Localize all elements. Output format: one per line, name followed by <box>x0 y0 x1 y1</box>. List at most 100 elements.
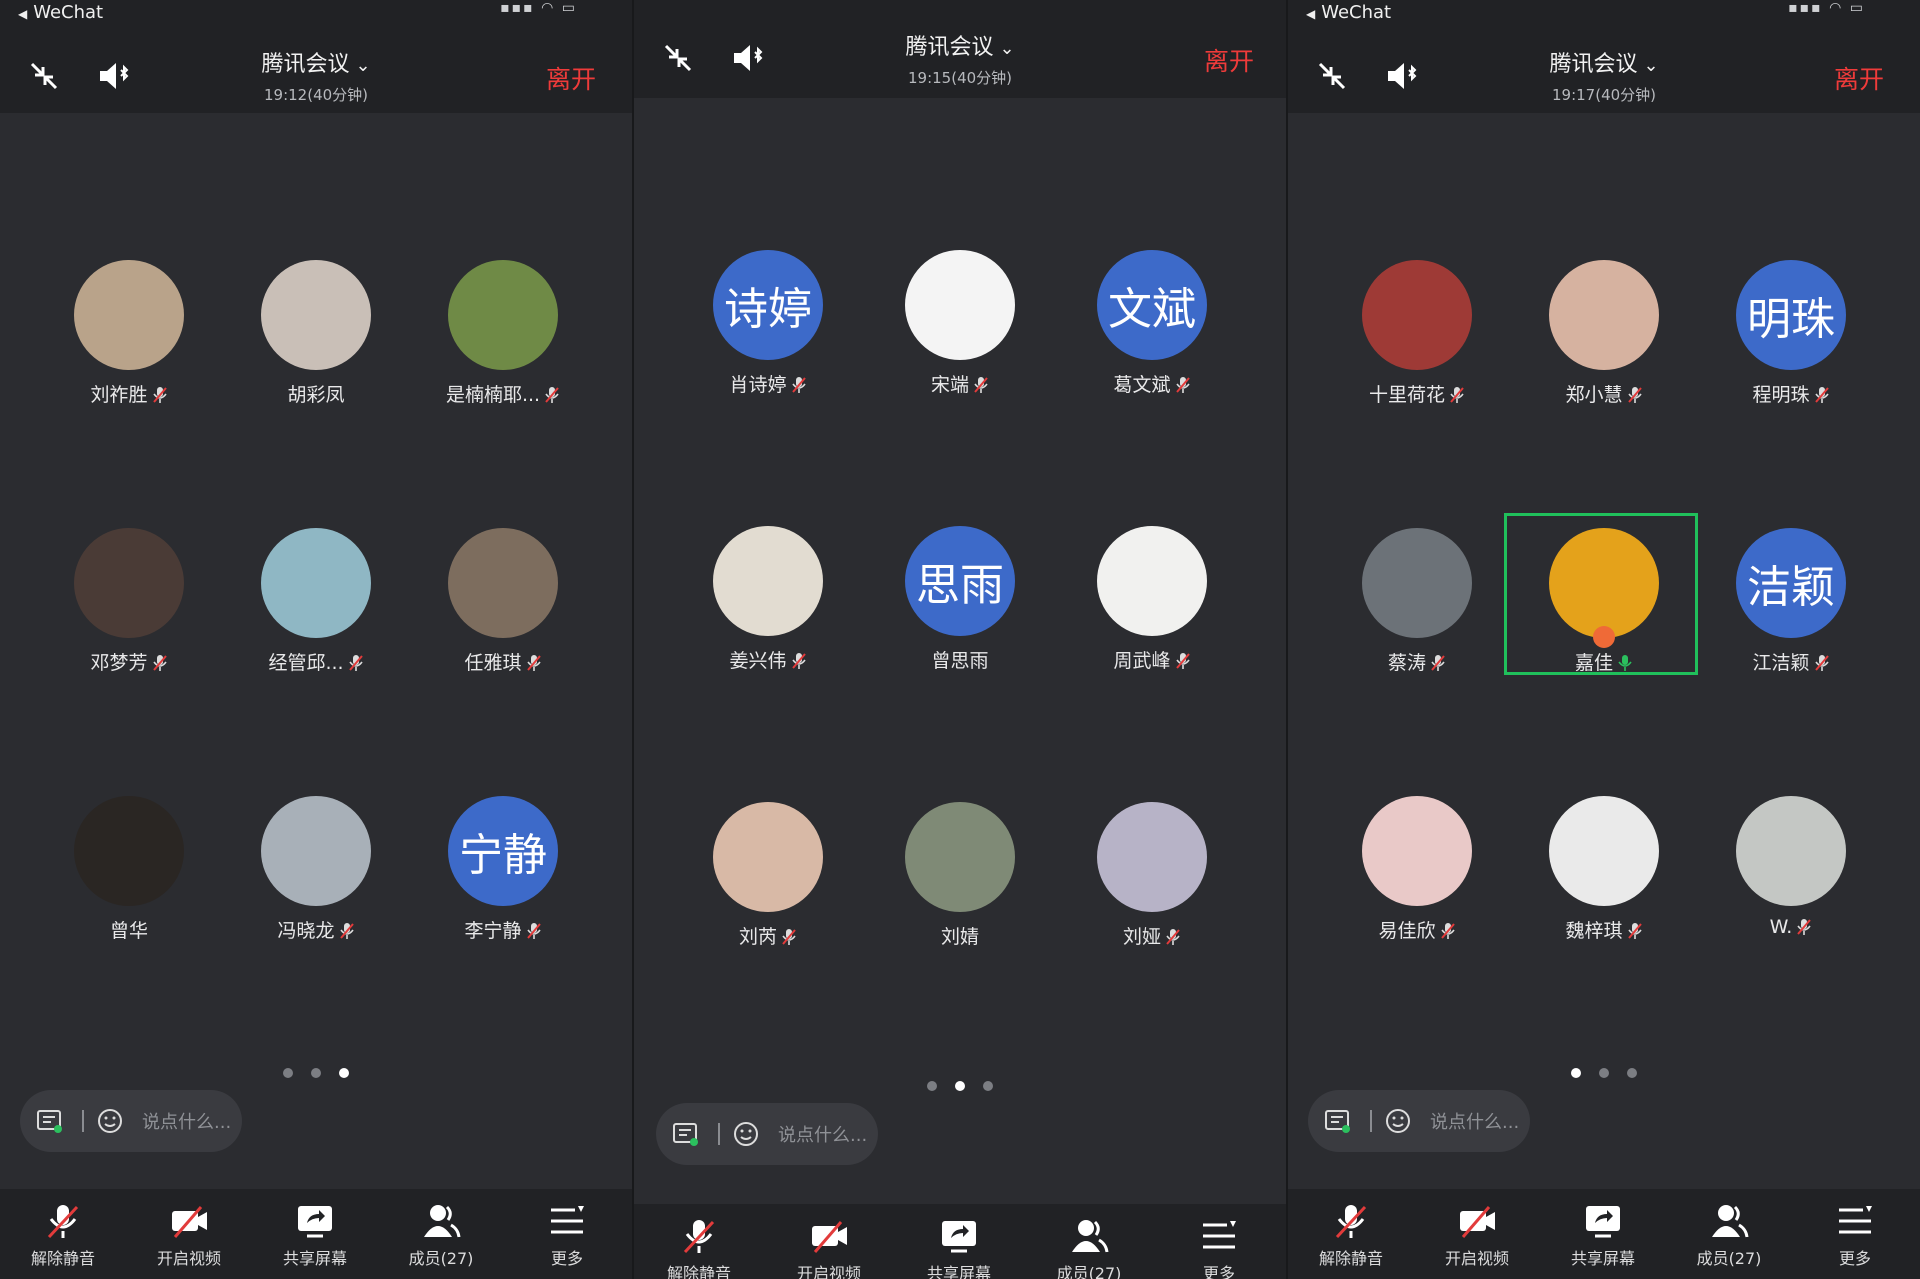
participant-tile[interactable]: 蔡涛 <box>1323 528 1511 698</box>
more-button[interactable]: 更多 <box>1800 1201 1910 1269</box>
members-button[interactable]: 成员(27) <box>386 1201 496 1269</box>
meeting-title[interactable]: 腾讯会议 <box>1549 52 1637 77</box>
participant-tile[interactable]: 曾华 <box>35 796 223 966</box>
participant-tile[interactable]: 明珠 程明珠 <box>1697 260 1885 430</box>
chevron-down-icon[interactable]: ⌄ <box>1643 55 1658 76</box>
share-screen-icon <box>298 1206 332 1238</box>
participant-tile[interactable]: 宋端 <box>866 250 1054 420</box>
page-indicator[interactable] <box>634 1076 1286 1095</box>
share-screen-button[interactable]: 共享屏幕 <box>260 1201 370 1269</box>
participant-tile[interactable]: 宁静 李宁静 <box>409 796 597 966</box>
participant-tile[interactable]: W. <box>1697 796 1885 966</box>
participant-tile[interactable]: 是楠楠耶... <box>409 260 597 430</box>
participant-tile[interactable]: 刘祚胜 <box>35 260 223 430</box>
participant-name: 是楠楠耶... <box>445 384 541 406</box>
avatar <box>1097 526 1207 636</box>
participant-tile[interactable]: 邓梦芳 <box>35 528 223 698</box>
chevron-down-icon[interactable]: ⌄ <box>355 55 370 76</box>
emoji-icon[interactable] <box>732 1120 760 1148</box>
participant-tile[interactable]: 姜兴伟 <box>674 526 862 696</box>
page-dot[interactable] <box>1599 1068 1609 1078</box>
page-dot-active[interactable] <box>339 1068 349 1078</box>
participant-tile[interactable]: 诗婷 肖诗婷 <box>674 250 862 420</box>
participant-name: 冯晓龙 <box>277 920 335 942</box>
page-dot[interactable] <box>311 1068 321 1078</box>
message-list-icon[interactable] <box>1324 1107 1352 1135</box>
mic-muted-icon <box>339 923 354 939</box>
unmute-button[interactable]: 解除静音 <box>1296 1201 1406 1269</box>
chat-placeholder[interactable]: 说点什么... <box>142 1108 231 1134</box>
share-screen-button[interactable]: 共享屏幕 <box>904 1216 1014 1279</box>
participant-tile[interactable]: 易佳欣 <box>1323 796 1511 966</box>
meeting-title[interactable]: 腾讯会议 <box>261 52 349 77</box>
meeting-title-area[interactable]: 腾讯会议 ⌄ 19:17(40分钟) <box>1288 46 1920 105</box>
meeting-title-area[interactable]: 腾讯会议 ⌄ 19:12(40分钟) <box>0 46 632 105</box>
participant-tile[interactable]: 刘婧 <box>866 802 1054 972</box>
chat-placeholder[interactable]: 说点什么... <box>778 1121 867 1147</box>
share-screen-button[interactable]: 共享屏幕 <box>1548 1201 1658 1269</box>
leave-button[interactable]: 离开 <box>546 60 596 96</box>
chat-placeholder[interactable]: 说点什么... <box>1430 1108 1519 1134</box>
status-back-to-app[interactable]: ◀ WeChat <box>18 2 103 23</box>
page-indicator[interactable] <box>0 1063 632 1082</box>
members-button[interactable]: 成员(27) <box>1034 1216 1144 1279</box>
participant-name: 肖诗婷 <box>729 374 787 396</box>
participant-tile[interactable]: 郑小慧 <box>1510 260 1698 430</box>
leave-button[interactable]: 离开 <box>1834 60 1884 96</box>
participant-tile[interactable]: 思雨 曾思雨 <box>866 526 1054 696</box>
participant-tile[interactable]: 周武峰 <box>1058 526 1246 696</box>
members-icon <box>1712 1205 1749 1238</box>
participant-tile[interactable]: 经管邱... <box>222 528 410 698</box>
mic-muted-icon <box>1431 655 1445 671</box>
leave-button[interactable]: 离开 <box>1204 42 1254 78</box>
start-video-button[interactable]: 开启视频 <box>774 1216 884 1279</box>
participant-tile[interactable]: 十里荷花 <box>1323 260 1511 430</box>
participant-name-row: 经管邱... <box>222 648 410 675</box>
page-dot[interactable] <box>983 1081 993 1091</box>
participant-tile[interactable]: 文斌 葛文斌 <box>1058 250 1246 420</box>
status-indicators: ▪▪▪ ◠ ▭ <box>1788 0 1865 16</box>
page-dot-active[interactable] <box>1571 1068 1581 1078</box>
page-dot-active[interactable] <box>955 1081 965 1091</box>
start-video-button[interactable]: 开启视频 <box>1422 1201 1532 1269</box>
message-list-icon[interactable] <box>672 1120 700 1148</box>
participant-tile[interactable]: 魏梓琪 <box>1510 796 1698 966</box>
participant-tile[interactable]: 洁颖 江洁颖 <box>1697 528 1885 698</box>
chat-input-bar[interactable]: 说点什么... <box>1308 1090 1530 1152</box>
chevron-down-icon[interactable]: ⌄ <box>999 38 1014 59</box>
meeting-title[interactable]: 腾讯会议 <box>905 35 993 60</box>
message-list-icon[interactable] <box>36 1107 64 1135</box>
participant-tile-active-speaker[interactable]: 嘉佳 <box>1510 528 1698 698</box>
bottom-toolbar: 解除静音 开启视频 共享屏幕 成员(27) 更多 <box>634 1204 1286 1279</box>
page-indicator[interactable] <box>1288 1063 1920 1082</box>
participant-name: 任雅琪 <box>464 652 522 674</box>
participant-tile[interactable]: 任雅琪 <box>409 528 597 698</box>
unmute-button[interactable]: 解除静音 <box>644 1216 754 1279</box>
members-button[interactable]: 成员(27) <box>1674 1201 1784 1269</box>
participant-tile[interactable]: 冯晓龙 <box>222 796 410 966</box>
toolbar-label: 更多 <box>1202 1264 1235 1279</box>
participant-tile[interactable]: 胡彩凤 <box>222 260 410 430</box>
chat-input-bar[interactable]: 说点什么... <box>656 1103 878 1165</box>
unmute-button[interactable]: 解除静音 <box>8 1201 118 1269</box>
page-dot[interactable] <box>283 1068 293 1078</box>
emoji-icon[interactable] <box>96 1107 124 1135</box>
emoji-icon[interactable] <box>1384 1107 1412 1135</box>
chat-input-bar[interactable]: 说点什么... <box>20 1090 242 1152</box>
participant-name-row: 李宁静 <box>409 916 597 943</box>
mic-muted-icon <box>974 377 988 393</box>
status-back-to-app[interactable]: ◀ WeChat <box>1306 2 1391 23</box>
more-button[interactable]: 更多 <box>512 1201 622 1269</box>
start-video-button[interactable]: 开启视频 <box>134 1201 244 1269</box>
avatar <box>74 528 184 638</box>
meeting-title-area[interactable]: 腾讯会议 ⌄ 19:15(40分钟) <box>634 29 1286 88</box>
participant-tile[interactable]: 刘芮 <box>674 802 862 972</box>
page-dot[interactable] <box>1627 1068 1637 1078</box>
page-dot[interactable] <box>927 1081 937 1091</box>
participant-tile[interactable]: 刘娅 <box>1058 802 1246 972</box>
avatar <box>74 796 184 906</box>
avatar: 文斌 <box>1097 250 1207 360</box>
toolbar-label: 成员(27) <box>408 1249 474 1268</box>
participant-name-row: 郑小慧 <box>1510 380 1698 407</box>
more-button[interactable]: 更多 <box>1164 1216 1274 1279</box>
